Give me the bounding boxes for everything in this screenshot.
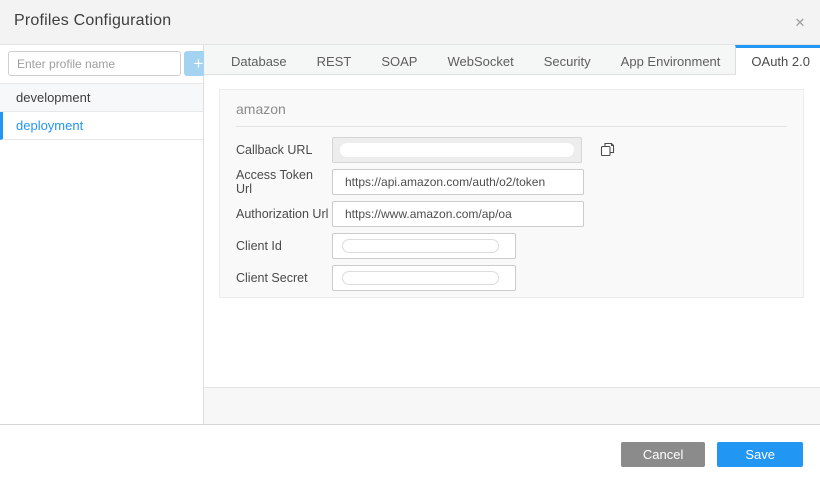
provider-section-title: amazon — [236, 101, 787, 117]
authorization-url-row: Authorization Url — [236, 201, 787, 227]
client-secret-redacted-value — [342, 271, 499, 285]
client-secret-input[interactable] — [332, 265, 516, 291]
client-secret-row: Client Secret — [236, 265, 787, 291]
callback-url-redacted-value — [340, 143, 574, 157]
client-id-label: Client Id — [236, 239, 332, 253]
close-icon[interactable]: ✕ — [790, 13, 810, 33]
callback-url-label: Callback URL — [236, 143, 332, 157]
main-panel: Database REST SOAP WebSocket Security Ap… — [204, 45, 820, 424]
tab-security[interactable]: Security — [529, 45, 606, 74]
client-id-row: Client Id — [236, 233, 787, 259]
tab-bar: Database REST SOAP WebSocket Security Ap… — [204, 45, 820, 75]
panel-footer-strip — [204, 387, 820, 424]
profiles-configuration-dialog: Profiles Configuration ✕ + development d… — [0, 0, 820, 484]
oauth-form-card: amazon Callback URL — [219, 89, 804, 298]
authorization-url-input[interactable] — [332, 201, 584, 227]
access-token-url-label: Access Token Url — [236, 168, 332, 196]
profiles-sidebar: + development deployment — [0, 45, 204, 424]
client-id-redacted-value — [342, 239, 499, 253]
save-button[interactable]: Save — [717, 442, 803, 467]
copy-icon[interactable] — [597, 140, 617, 160]
access-token-url-row: Access Token Url — [236, 169, 787, 195]
tab-rest[interactable]: REST — [302, 45, 367, 74]
profile-item-deployment[interactable]: deployment — [0, 112, 203, 140]
action-bar: Cancel Save — [0, 426, 820, 484]
profile-item-development[interactable]: development — [0, 84, 203, 112]
authorization-url-label: Authorization Url — [236, 207, 332, 221]
callback-url-row: Callback URL — [236, 137, 787, 163]
tab-websocket[interactable]: WebSocket — [432, 45, 528, 74]
client-id-input[interactable] — [332, 233, 516, 259]
profile-name-input[interactable] — [8, 51, 181, 76]
tab-soap[interactable]: SOAP — [366, 45, 432, 74]
profile-list: development deployment — [0, 83, 203, 140]
profile-add-row: + — [0, 45, 203, 83]
dialog-title: Profiles Configuration — [14, 12, 171, 30]
tab-oauth-2-0[interactable]: OAuth 2.0 — [735, 45, 820, 75]
dialog-body: + development deployment Database REST S… — [0, 45, 820, 425]
access-token-url-input[interactable] — [332, 169, 584, 195]
tab-app-environment[interactable]: App Environment — [606, 45, 736, 74]
tab-database[interactable]: Database — [216, 45, 302, 74]
dialog-header: Profiles Configuration ✕ — [0, 0, 820, 45]
client-secret-label: Client Secret — [236, 271, 332, 285]
callback-url-input — [332, 137, 582, 163]
cancel-button[interactable]: Cancel — [621, 442, 705, 467]
section-divider — [236, 126, 787, 127]
